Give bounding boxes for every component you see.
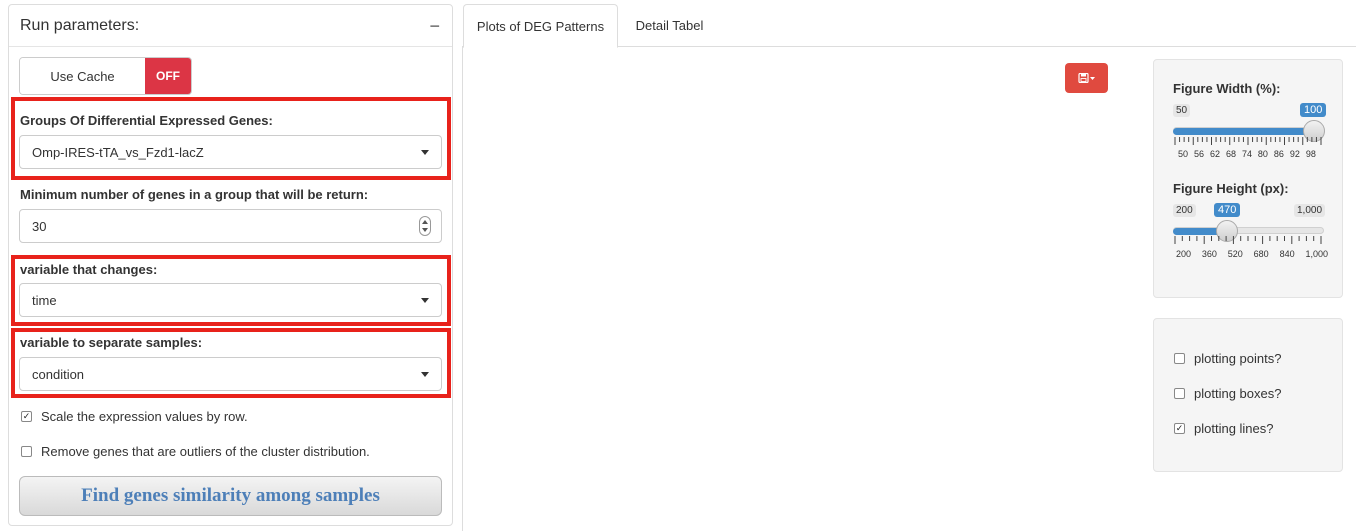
- variable-changes-label: variable that changes:: [20, 262, 158, 277]
- plotting-boxes-checkbox[interactable]: [1174, 388, 1185, 399]
- chevron-down-icon: [421, 149, 429, 155]
- download-button[interactable]: [1065, 63, 1108, 93]
- tick-label: 1,000: [1305, 249, 1328, 259]
- tab-plots-deg-patterns[interactable]: Plots of DEG Patterns: [463, 4, 618, 48]
- tick-label: 92: [1289, 149, 1300, 159]
- groups-deg-label: Groups Of Differential Expressed Genes:: [20, 113, 273, 128]
- plotting-boxes-label: plotting boxes?: [1194, 386, 1282, 401]
- outliers-checkbox[interactable]: [21, 446, 32, 457]
- tick-label: 50: [1178, 149, 1189, 159]
- tick-label: 520: [1227, 249, 1243, 259]
- figure-height-ticks: [1174, 236, 1322, 244]
- figure-width-ticks: [1174, 137, 1322, 145]
- tick-label: 80: [1257, 149, 1268, 159]
- tab-detail-tabel[interactable]: Detail Tabel: [622, 4, 717, 47]
- plotting-points-label: plotting points?: [1194, 351, 1282, 366]
- tick-label: 68: [1225, 149, 1236, 159]
- plotting-lines-checkbox[interactable]: ✓: [1174, 423, 1185, 434]
- outliers-checkbox-row[interactable]: Remove genes that are outliers of the cl…: [21, 444, 370, 459]
- groups-deg-value: Omp-IRES-tTA_vs_Fzd1-lacZ: [32, 144, 204, 160]
- variable-separate-select[interactable]: condition: [19, 357, 442, 391]
- min-genes-input[interactable]: 30: [19, 209, 442, 243]
- figure-width-value: 100: [1300, 103, 1327, 117]
- plotting-points-row[interactable]: plotting points?: [1174, 351, 1281, 366]
- panel-header: Run parameters: −: [9, 5, 452, 47]
- figure-width-label: Figure Width (%):: [1173, 81, 1281, 96]
- figure-height-max: 1,000: [1294, 204, 1326, 217]
- tick-label: 360: [1201, 249, 1217, 259]
- scale-checkbox-row[interactable]: ✓ Scale the expression values by row.: [21, 409, 248, 424]
- tick-label: 74: [1241, 149, 1252, 159]
- stepper-icon[interactable]: [419, 216, 431, 236]
- min-genes-value: 30: [32, 218, 47, 234]
- tick-label: 200: [1176, 249, 1192, 259]
- figure-width-tick-labels: 50 56 62 68 74 80 86 92 98: [1178, 149, 1316, 159]
- tab-bar: Plots of DEG Patterns Detail Tabel: [462, 4, 1356, 48]
- figure-height-value: 470: [1214, 203, 1241, 217]
- tick-label: 86: [1273, 149, 1284, 159]
- groups-deg-select[interactable]: Omp-IRES-tTA_vs_Fzd1-lacZ: [19, 135, 442, 169]
- plotting-lines-label: plotting lines?: [1194, 421, 1274, 436]
- tick-label: 680: [1253, 249, 1269, 259]
- variable-separate-value: condition: [32, 366, 85, 382]
- chevron-down-icon: [421, 371, 429, 377]
- tick-label: 56: [1193, 149, 1204, 159]
- panel-title: Run parameters:: [20, 16, 140, 34]
- scale-checkbox-label: Scale the expression values by row.: [41, 409, 248, 424]
- variable-changes-value: time: [32, 292, 57, 308]
- chevron-down-icon: [421, 297, 429, 303]
- use-cache-label: Use Cache: [20, 58, 145, 94]
- variable-separate-label: variable to separate samples:: [20, 335, 203, 350]
- min-genes-label: Minimum number of genes in a group that …: [20, 187, 369, 202]
- find-genes-button[interactable]: Find genes similarity among samples: [19, 476, 442, 516]
- plotting-lines-row[interactable]: ✓ plotting lines?: [1174, 421, 1274, 436]
- tick-label: 840: [1279, 249, 1295, 259]
- plotting-boxes-row[interactable]: plotting boxes?: [1174, 386, 1281, 401]
- tick-label: 62: [1209, 149, 1220, 159]
- figure-height-label: Figure Height (px):: [1173, 181, 1289, 196]
- run-parameters-panel: Run parameters: − Use Cache OFF Groups O…: [8, 4, 453, 526]
- use-cache-toggle[interactable]: Use Cache OFF: [19, 57, 192, 95]
- tick-label: 98: [1305, 149, 1316, 159]
- variable-changes-select[interactable]: time: [19, 283, 442, 317]
- scale-checkbox[interactable]: ✓: [21, 411, 32, 422]
- use-cache-state[interactable]: OFF: [145, 58, 191, 94]
- outliers-checkbox-label: Remove genes that are outliers of the cl…: [41, 444, 370, 459]
- figure-height-tick-labels: 200 360 520 680 840 1,000: [1176, 249, 1328, 259]
- figure-height-min: 200: [1173, 204, 1196, 217]
- collapse-icon[interactable]: −: [429, 17, 440, 35]
- plotting-points-checkbox[interactable]: [1174, 353, 1185, 364]
- save-icon: [1077, 73, 1095, 83]
- figure-width-min: 50: [1173, 104, 1191, 117]
- figure-width-fill: [1173, 128, 1314, 135]
